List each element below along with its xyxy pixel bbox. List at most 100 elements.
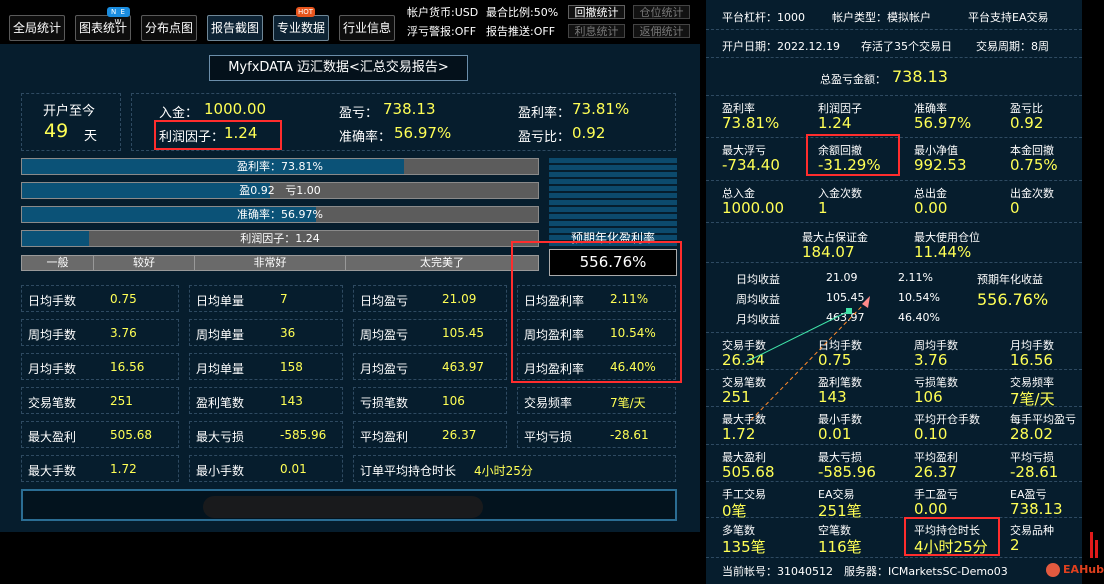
- right-stat-value: 1.24: [818, 114, 852, 132]
- right-stat-value: 73.81%: [722, 114, 780, 132]
- stat-label: 月均盈亏: [360, 362, 409, 376]
- account-type-text: 帐户类型：模拟帐户: [832, 11, 931, 24]
- avg-hold-time-cell: 订单平均持仓时长 4小时25分: [353, 455, 676, 482]
- max-margin-value: 184.07: [802, 243, 855, 261]
- stat-label: 月均单量: [196, 362, 245, 376]
- since-open-days: 49: [44, 120, 69, 142]
- platform-row: 平台杠杆：1000 帐户类型：模拟帐户 平台支持EA交易: [706, 0, 1082, 30]
- daily-return-amount: 21.09: [826, 271, 858, 284]
- server-name: 服务器：ICMarketsSC-Demo03: [844, 565, 1008, 578]
- deposit-label: 入金：: [159, 106, 199, 121]
- right-stat-value: 0.75%: [1010, 156, 1058, 174]
- stat-cell: 日均手数 0.75: [21, 285, 179, 312]
- hot-badge: HOT: [296, 7, 316, 17]
- min-lots-value: 0.01: [280, 462, 307, 476]
- stat-cell: 平均亏损 -28.61: [517, 421, 676, 448]
- min-lots-label: 最小手数: [196, 464, 245, 478]
- profit-rate-label: 盈利率：: [518, 106, 571, 121]
- summary-report-panel: MyfxDATA 迈汇数据<汇总交易报告> 开户至今 49 天 入金： 1000…: [0, 44, 700, 532]
- stat-value: -585.96: [280, 428, 327, 442]
- stat-cell: 日均单量 7: [189, 285, 343, 312]
- report-screenshot-button[interactable]: 报告截图: [207, 15, 263, 41]
- right-stat-value: 0.92: [1010, 114, 1044, 132]
- scale-very-good: 非常好: [195, 256, 346, 270]
- rebate-stats-button[interactable]: 返佣统计: [633, 24, 690, 38]
- stat-cell: 月均手数 16.56: [21, 353, 179, 380]
- stat-label: 亏损笔数: [360, 396, 409, 410]
- profit-label: 盈亏：: [339, 106, 379, 121]
- max-lots-label: 最大手数: [28, 464, 77, 478]
- drawdown-stats-button[interactable]: 回撤统计: [568, 5, 625, 19]
- industry-info-button[interactable]: 行业信息: [339, 15, 395, 41]
- stat-value: 7: [280, 292, 288, 306]
- stat-value: 26.37: [442, 428, 477, 442]
- global-stats-button[interactable]: 全局统计: [9, 15, 65, 41]
- max-lots-value: 1.72: [110, 462, 137, 476]
- stat-label: 平均盈利: [360, 430, 409, 444]
- report-title-button[interactable]: MyfxDATA 迈汇数据<汇总交易报告>: [209, 55, 468, 81]
- stat-label: 盈利笔数: [196, 396, 245, 410]
- stat-cell: 平均盈利 26.37: [353, 421, 507, 448]
- profit-factor-highlight: [154, 120, 282, 150]
- survived-text: 存活了35个交易日: [861, 40, 952, 53]
- stat-cell: 月均盈亏 463.97: [353, 353, 507, 380]
- since-open-label: 开户至今: [43, 104, 96, 119]
- stat-value: 3.76: [110, 326, 137, 340]
- right-stat-value: 0.00: [914, 199, 948, 217]
- hold-time-highlight: [904, 517, 1000, 556]
- right-stat-row: 最大盈利 505.68 最大亏损 -585.96 平均盈利 26.37 平均亏损 -28.61: [706, 445, 1082, 482]
- daily-return-label: 日均收益: [736, 273, 780, 286]
- profit-value: 738.13: [383, 100, 436, 118]
- stat-label: 最大盈利: [28, 430, 77, 444]
- report-push: 报告推送:OFF: [486, 25, 556, 38]
- right-stat-value: 56.97%: [914, 114, 972, 132]
- ad-banner[interactable]: [21, 489, 677, 521]
- right-stat-value: 0: [1010, 199, 1020, 217]
- ea-support-text: 平台支持EA交易: [968, 11, 1049, 24]
- stat-label: 月均手数: [28, 362, 77, 376]
- distribution-chart-button[interactable]: 分布点图: [141, 15, 197, 41]
- open-date-row: 开户日期：2022.12.19 存活了35个交易日 交易周期：8周: [706, 30, 1082, 58]
- pro-data-button[interactable]: 专业数据 HOT: [273, 7, 329, 41]
- account-number: 当前帐号：31040512: [722, 565, 833, 578]
- chart-stats-button[interactable]: 图表统计 N E W: [75, 7, 131, 41]
- position-stats-button[interactable]: 仓位统计: [633, 5, 690, 19]
- watermark-text: EAHub: [1063, 563, 1104, 576]
- stat-label: 最大亏损: [196, 430, 245, 444]
- accuracy-bar: 准确率：56.97%: [21, 206, 539, 223]
- days-since-open-box: 开户至今 49 天: [21, 93, 121, 151]
- stat-value: -28.61: [610, 428, 649, 442]
- win-loss-bar: 盈0.92 亏1.00: [21, 182, 539, 199]
- interest-stats-button[interactable]: 利息统计: [568, 24, 625, 38]
- daily-return-rate: 2.11%: [898, 271, 933, 284]
- profit-factor-bar: 利润因子：1.24: [21, 230, 539, 247]
- pig-icon: [1046, 563, 1061, 577]
- pl-ratio-label: 盈亏比：: [518, 130, 571, 145]
- stat-label: 平均亏损: [524, 430, 573, 444]
- right-stat-value: 505.68: [722, 463, 775, 481]
- leverage-text: 平台杠杆：1000: [722, 11, 805, 24]
- right-stat-row: 总入金 1000.00 入金次数 1 总出金 0.00 出金次数 0: [706, 181, 1082, 223]
- stat-label: 交易频率: [524, 396, 573, 410]
- right-stat-row: 多笔数 135笔 空笔数 116笔 平均持仓时长 4小时25分 交易品种 2: [706, 518, 1082, 558]
- arrow-marker: [862, 296, 870, 308]
- profit-factor-bar-text: 利润因子：1.24: [240, 232, 320, 245]
- max-ratio: 最合比例:50%: [486, 6, 559, 19]
- point-marker: [846, 308, 852, 314]
- stat-label: 周均手数: [28, 328, 77, 342]
- profit-rate-bar-text: 盈利率：73.81%: [237, 160, 323, 173]
- candle-1: [1090, 532, 1093, 558]
- pl-ratio-value: 0.92: [572, 124, 606, 142]
- stat-cell: 周均手数 3.76: [21, 319, 179, 346]
- total-profit-value: 738.13: [892, 67, 948, 86]
- stat-label: 日均单量: [196, 294, 245, 308]
- stat-value: 251: [110, 394, 133, 408]
- stat-value: 158: [280, 360, 303, 374]
- annual-return-label: 预期年化收益: [977, 273, 1043, 286]
- stat-cell: 周均单量 36: [189, 319, 343, 346]
- accuracy-label: 准确率：: [339, 130, 392, 145]
- accuracy-value: 56.97%: [394, 124, 452, 142]
- new-badge: N E W: [107, 7, 130, 26]
- rating-scale: 一般 较好 非常好 太完美了: [21, 255, 539, 271]
- stat-value: 36: [280, 326, 296, 340]
